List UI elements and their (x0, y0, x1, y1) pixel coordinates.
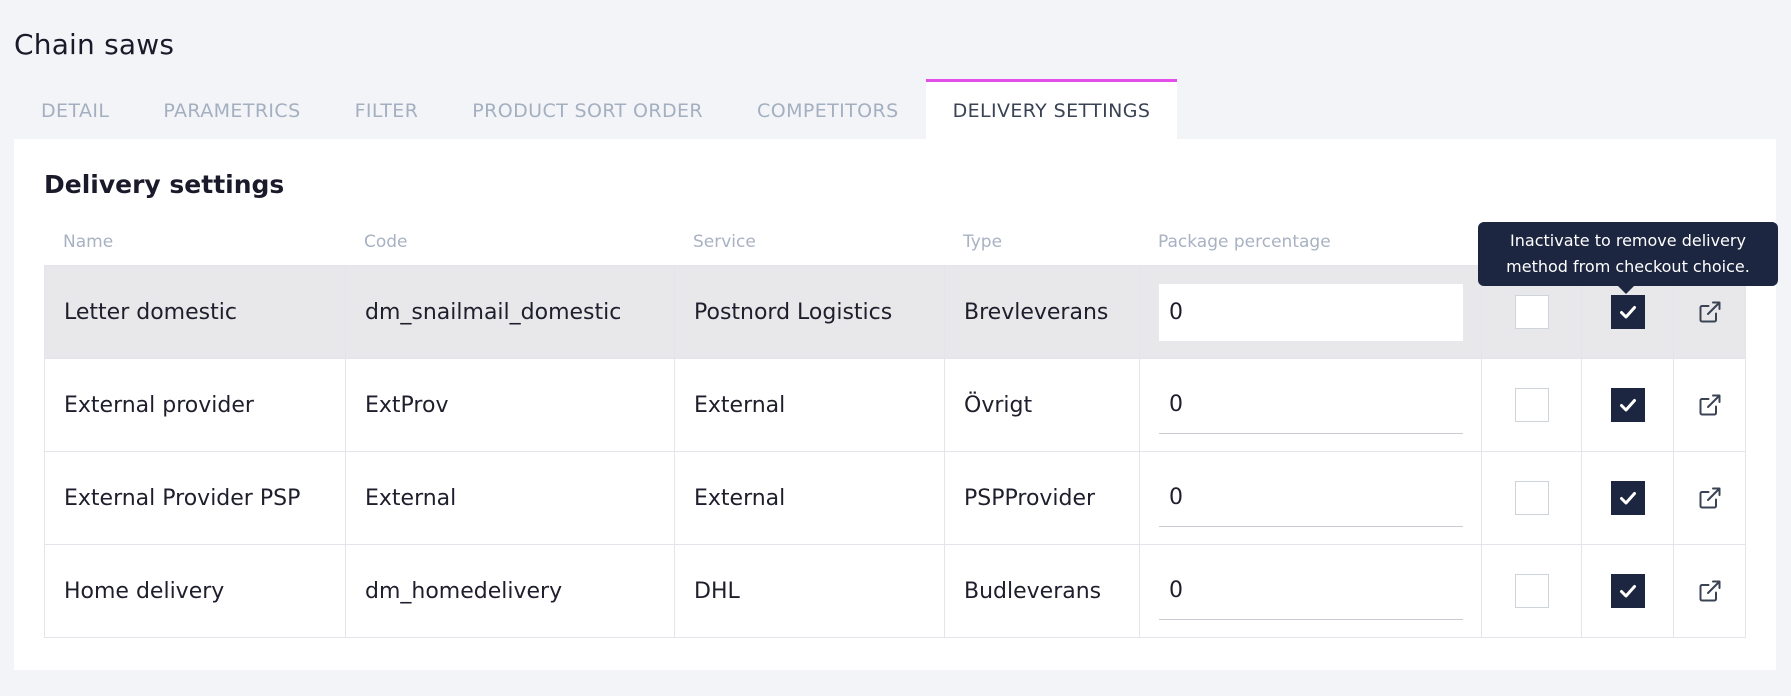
table-row: Home delivery dm_homedelivery DHL Budlev… (45, 545, 1745, 638)
external-link-icon[interactable] (1696, 484, 1724, 512)
tooltip-line-1: Inactivate to remove delivery (1510, 231, 1746, 250)
cell-open (1674, 452, 1745, 544)
check-icon (1619, 585, 1636, 598)
cell-type: Budleverans (945, 545, 1140, 637)
external-link-icon[interactable] (1696, 298, 1724, 326)
cell-service: Postnord Logistics (675, 266, 945, 358)
active-checkbox[interactable] (1610, 388, 1645, 422)
check-icon (1619, 492, 1636, 505)
cell-checkbox (1482, 452, 1582, 544)
header-service: Service (693, 231, 756, 252)
option-checkbox[interactable] (1514, 574, 1549, 608)
cell-open (1674, 359, 1745, 451)
cell-package-percentage (1140, 452, 1482, 544)
option-checkbox[interactable] (1514, 388, 1549, 422)
tab-delivery-settings[interactable]: DELIVERY SETTINGS (925, 79, 1178, 139)
tab-competitors[interactable]: COMPETITORS (730, 79, 926, 139)
option-checkbox[interactable] (1514, 295, 1549, 329)
cell-service: External (675, 359, 945, 451)
option-checkbox[interactable] (1514, 481, 1549, 515)
package-percentage-input[interactable] (1159, 469, 1463, 527)
cell-package-percentage (1140, 359, 1482, 451)
tab-filter[interactable]: FILTER (328, 79, 446, 139)
cell-type: Brevleverans (945, 266, 1140, 358)
page: Chain saws DETAIL PARAMETRICS FILTER PRO… (0, 0, 1791, 696)
cell-code: External (346, 452, 675, 544)
header-type: Type (963, 231, 1003, 252)
cell-service: DHL (675, 545, 945, 637)
package-percentage-input[interactable] (1159, 376, 1463, 434)
cell-code: ExtProv (346, 359, 675, 451)
cell-open (1674, 545, 1745, 637)
cell-active (1582, 359, 1674, 451)
active-checkbox[interactable] (1610, 295, 1645, 329)
active-checkbox[interactable] (1610, 574, 1645, 608)
tooltip-arrow (1618, 286, 1634, 294)
cell-type: Övrigt (945, 359, 1140, 451)
cell-service: External (675, 452, 945, 544)
package-percentage-input[interactable] (1159, 283, 1463, 341)
cell-package-percentage (1140, 266, 1482, 358)
cell-name: Letter domestic (45, 266, 346, 358)
cell-active (1582, 452, 1674, 544)
tab-product-sort-order[interactable]: PRODUCT SORT ORDER (445, 79, 730, 139)
tab-detail[interactable]: DETAIL (14, 79, 136, 139)
cell-name: Home delivery (45, 545, 346, 637)
external-link-icon[interactable] (1696, 391, 1724, 419)
header-name: Name (63, 231, 114, 252)
cell-active (1582, 545, 1674, 637)
cell-checkbox (1482, 359, 1582, 451)
package-percentage-input[interactable] (1159, 562, 1463, 620)
delivery-settings-card: Delivery settings Name Code Service Type… (14, 139, 1776, 670)
cell-name: External provider (45, 359, 346, 451)
table-row: External Provider PSP External External … (45, 452, 1745, 545)
section-title: Delivery settings (44, 170, 285, 199)
tab-parametrics[interactable]: PARAMETRICS (136, 79, 327, 139)
table-body: Letter domestic dm_snailmail_domestic Po… (44, 265, 1746, 638)
active-checkbox-tooltip: Inactivate to remove delivery method fro… (1478, 222, 1778, 294)
cell-type: PSPProvider (945, 452, 1140, 544)
cell-code: dm_snailmail_domestic (346, 266, 675, 358)
check-icon (1619, 399, 1636, 412)
cell-code: dm_homedelivery (346, 545, 675, 637)
tab-bar: DETAIL PARAMETRICS FILTER PRODUCT SORT O… (14, 79, 1178, 139)
check-icon (1619, 306, 1636, 319)
cell-name: External Provider PSP (45, 452, 346, 544)
cell-checkbox (1482, 545, 1582, 637)
header-code: Code (364, 231, 408, 252)
cell-package-percentage (1140, 545, 1482, 637)
active-checkbox[interactable] (1610, 481, 1645, 515)
table-row: External provider ExtProv External Övrig… (45, 359, 1745, 452)
page-title: Chain saws (14, 28, 175, 61)
header-package-percentage: Package percentage (1158, 231, 1331, 252)
external-link-icon[interactable] (1696, 577, 1724, 605)
tooltip-line-2: method from checkout choice. (1506, 257, 1750, 276)
